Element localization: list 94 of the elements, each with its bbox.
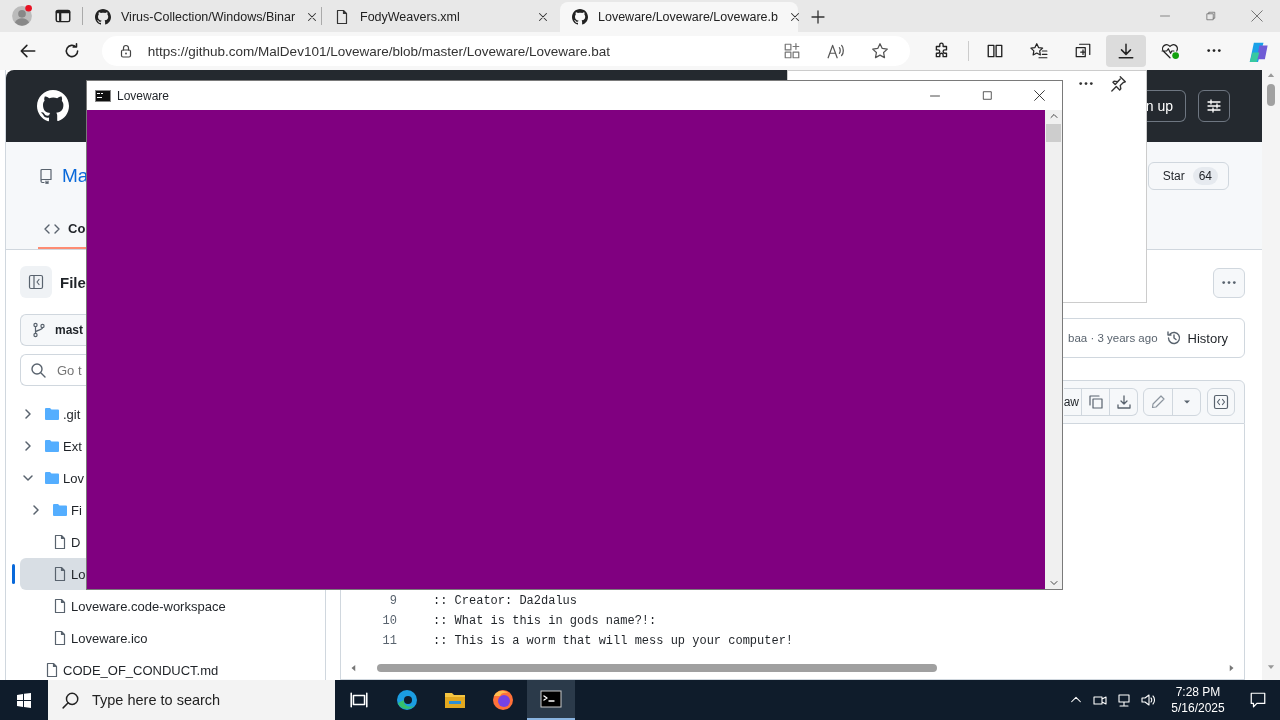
favorites-icon — [1029, 42, 1048, 60]
restore-icon — [1205, 10, 1217, 22]
code-square-icon — [1213, 394, 1229, 410]
network-icon — [1116, 692, 1132, 708]
line-number: 10 — [381, 614, 398, 628]
sliders-icon — [1206, 98, 1222, 114]
file-item[interactable]: Loveware.code-workspace — [20, 590, 228, 622]
taskbar-app[interactable] — [527, 680, 575, 720]
terminal-icon[interactable] — [539, 687, 563, 711]
clock-date: 5/16/2025 — [1171, 700, 1225, 716]
star-icon — [870, 42, 889, 60]
code-line: :: This is a worm that will mess up your computer! — [433, 634, 794, 648]
file-icon — [44, 662, 60, 678]
repo-icon — [38, 168, 54, 184]
folder-item[interactable]: Fi — [20, 494, 86, 526]
speech-bubble-icon — [1249, 691, 1267, 709]
taskbar-search-field[interactable]: Type here to search — [48, 680, 335, 720]
profile-icon[interactable] — [11, 5, 33, 27]
scrollbar-thumb[interactable] — [1046, 124, 1061, 142]
downloads-button[interactable] — [1106, 35, 1147, 67]
folder-item[interactable]: Ext — [20, 430, 86, 462]
file-icon — [52, 630, 68, 646]
history-icon — [1165, 330, 1182, 346]
selection-marker — [12, 564, 15, 584]
github-logo-icon[interactable] — [37, 90, 69, 122]
browser-tab[interactable]: Loveware/Loveware/Loveware.b — [560, 2, 798, 32]
file-search-field[interactable]: Go t — [20, 354, 86, 386]
file-item[interactable]: Loveware.ico — [20, 622, 150, 654]
pin-icon — [1109, 75, 1127, 93]
folder-icon — [44, 406, 60, 422]
file-icon — [334, 9, 350, 25]
folder-icon — [52, 502, 68, 518]
scrollbar-thumb[interactable] — [377, 664, 937, 672]
github-icon — [95, 9, 111, 25]
collections-icon — [1073, 42, 1092, 60]
file-item[interactable]: D — [20, 526, 86, 558]
speaker-icon — [1140, 692, 1156, 708]
folder-item[interactable]: .git — [20, 398, 86, 430]
address-bar[interactable]: https://github.com/MalDev101/Loveware/blob/master/Loveware/Loveware.bat — [101, 36, 910, 66]
tab-actions-icon[interactable] — [54, 7, 72, 25]
browser-tab[interactable]: FodyWeavers.xml — [322, 2, 560, 32]
code-line: :: What is this in gods name?!: — [433, 614, 657, 628]
close-icon[interactable] — [536, 10, 550, 24]
copilot-icon — [1247, 40, 1270, 62]
sidebar-title: File — [60, 273, 86, 291]
browser-tab[interactable]: Virus-Collection/Windows/Binar — [83, 2, 321, 32]
folder-icon — [44, 438, 60, 454]
file-icon — [52, 534, 68, 550]
back-arrow-icon — [18, 42, 37, 60]
close-icon — [1032, 89, 1046, 102]
panel-icon — [28, 274, 44, 290]
split-screen-icon — [985, 42, 1004, 60]
clock-time: 7:28 PM — [1175, 684, 1221, 700]
copy-icon — [1087, 394, 1104, 410]
clock[interactable]: 7:28 PM 5/16/2025 — [1160, 684, 1236, 716]
plus-icon — [810, 9, 826, 25]
file-icon — [52, 598, 68, 614]
more-icon — [1079, 82, 1093, 86]
star-button[interactable]: Star 64 — [1147, 162, 1229, 190]
history-button[interactable]: History — [1165, 330, 1228, 346]
branch-icon — [31, 322, 47, 338]
more-icon — [1222, 281, 1236, 285]
read-aloud-icon — [826, 42, 845, 60]
edge-icon[interactable] — [395, 688, 419, 712]
file-icon — [52, 566, 68, 582]
scrollbar-thumb[interactable] — [1267, 84, 1275, 106]
console-icon — [95, 87, 111, 104]
more-icon — [1207, 49, 1222, 53]
line-number: 11 — [381, 634, 398, 648]
firefox-icon[interactable] — [491, 688, 515, 712]
pencil-icon — [1150, 394, 1166, 410]
commit-meta: baa · 3 years ago — [1068, 332, 1158, 344]
file-item[interactable]: CODE_OF_CONDUCT.md — [20, 654, 221, 680]
search-icon — [30, 362, 46, 378]
line-number: 9 — [388, 594, 398, 608]
task-view-icon[interactable] — [349, 690, 369, 710]
windows-icon — [16, 692, 32, 708]
symbols-button[interactable] — [1207, 388, 1235, 416]
github-icon — [572, 9, 588, 25]
download-icon — [1117, 42, 1136, 60]
code-line: :: Creator: Da2dalus — [433, 594, 578, 608]
filter-button[interactable] — [1198, 90, 1230, 122]
close-icon — [1250, 9, 1264, 23]
folder-icon — [44, 470, 60, 486]
heart-pulse-icon — [1161, 42, 1180, 60]
search-icon — [62, 691, 80, 709]
folder-item[interactable]: Lov — [20, 462, 86, 494]
download-icon — [1115, 394, 1132, 410]
window-title: Loveware — [117, 88, 170, 103]
grid-plus-icon — [782, 42, 801, 60]
branch-selector[interactable]: mast — [20, 314, 86, 346]
star-count: 64 — [1192, 167, 1218, 185]
maximize-icon — [981, 90, 993, 101]
sidebar-toggle-button[interactable] — [20, 266, 52, 298]
